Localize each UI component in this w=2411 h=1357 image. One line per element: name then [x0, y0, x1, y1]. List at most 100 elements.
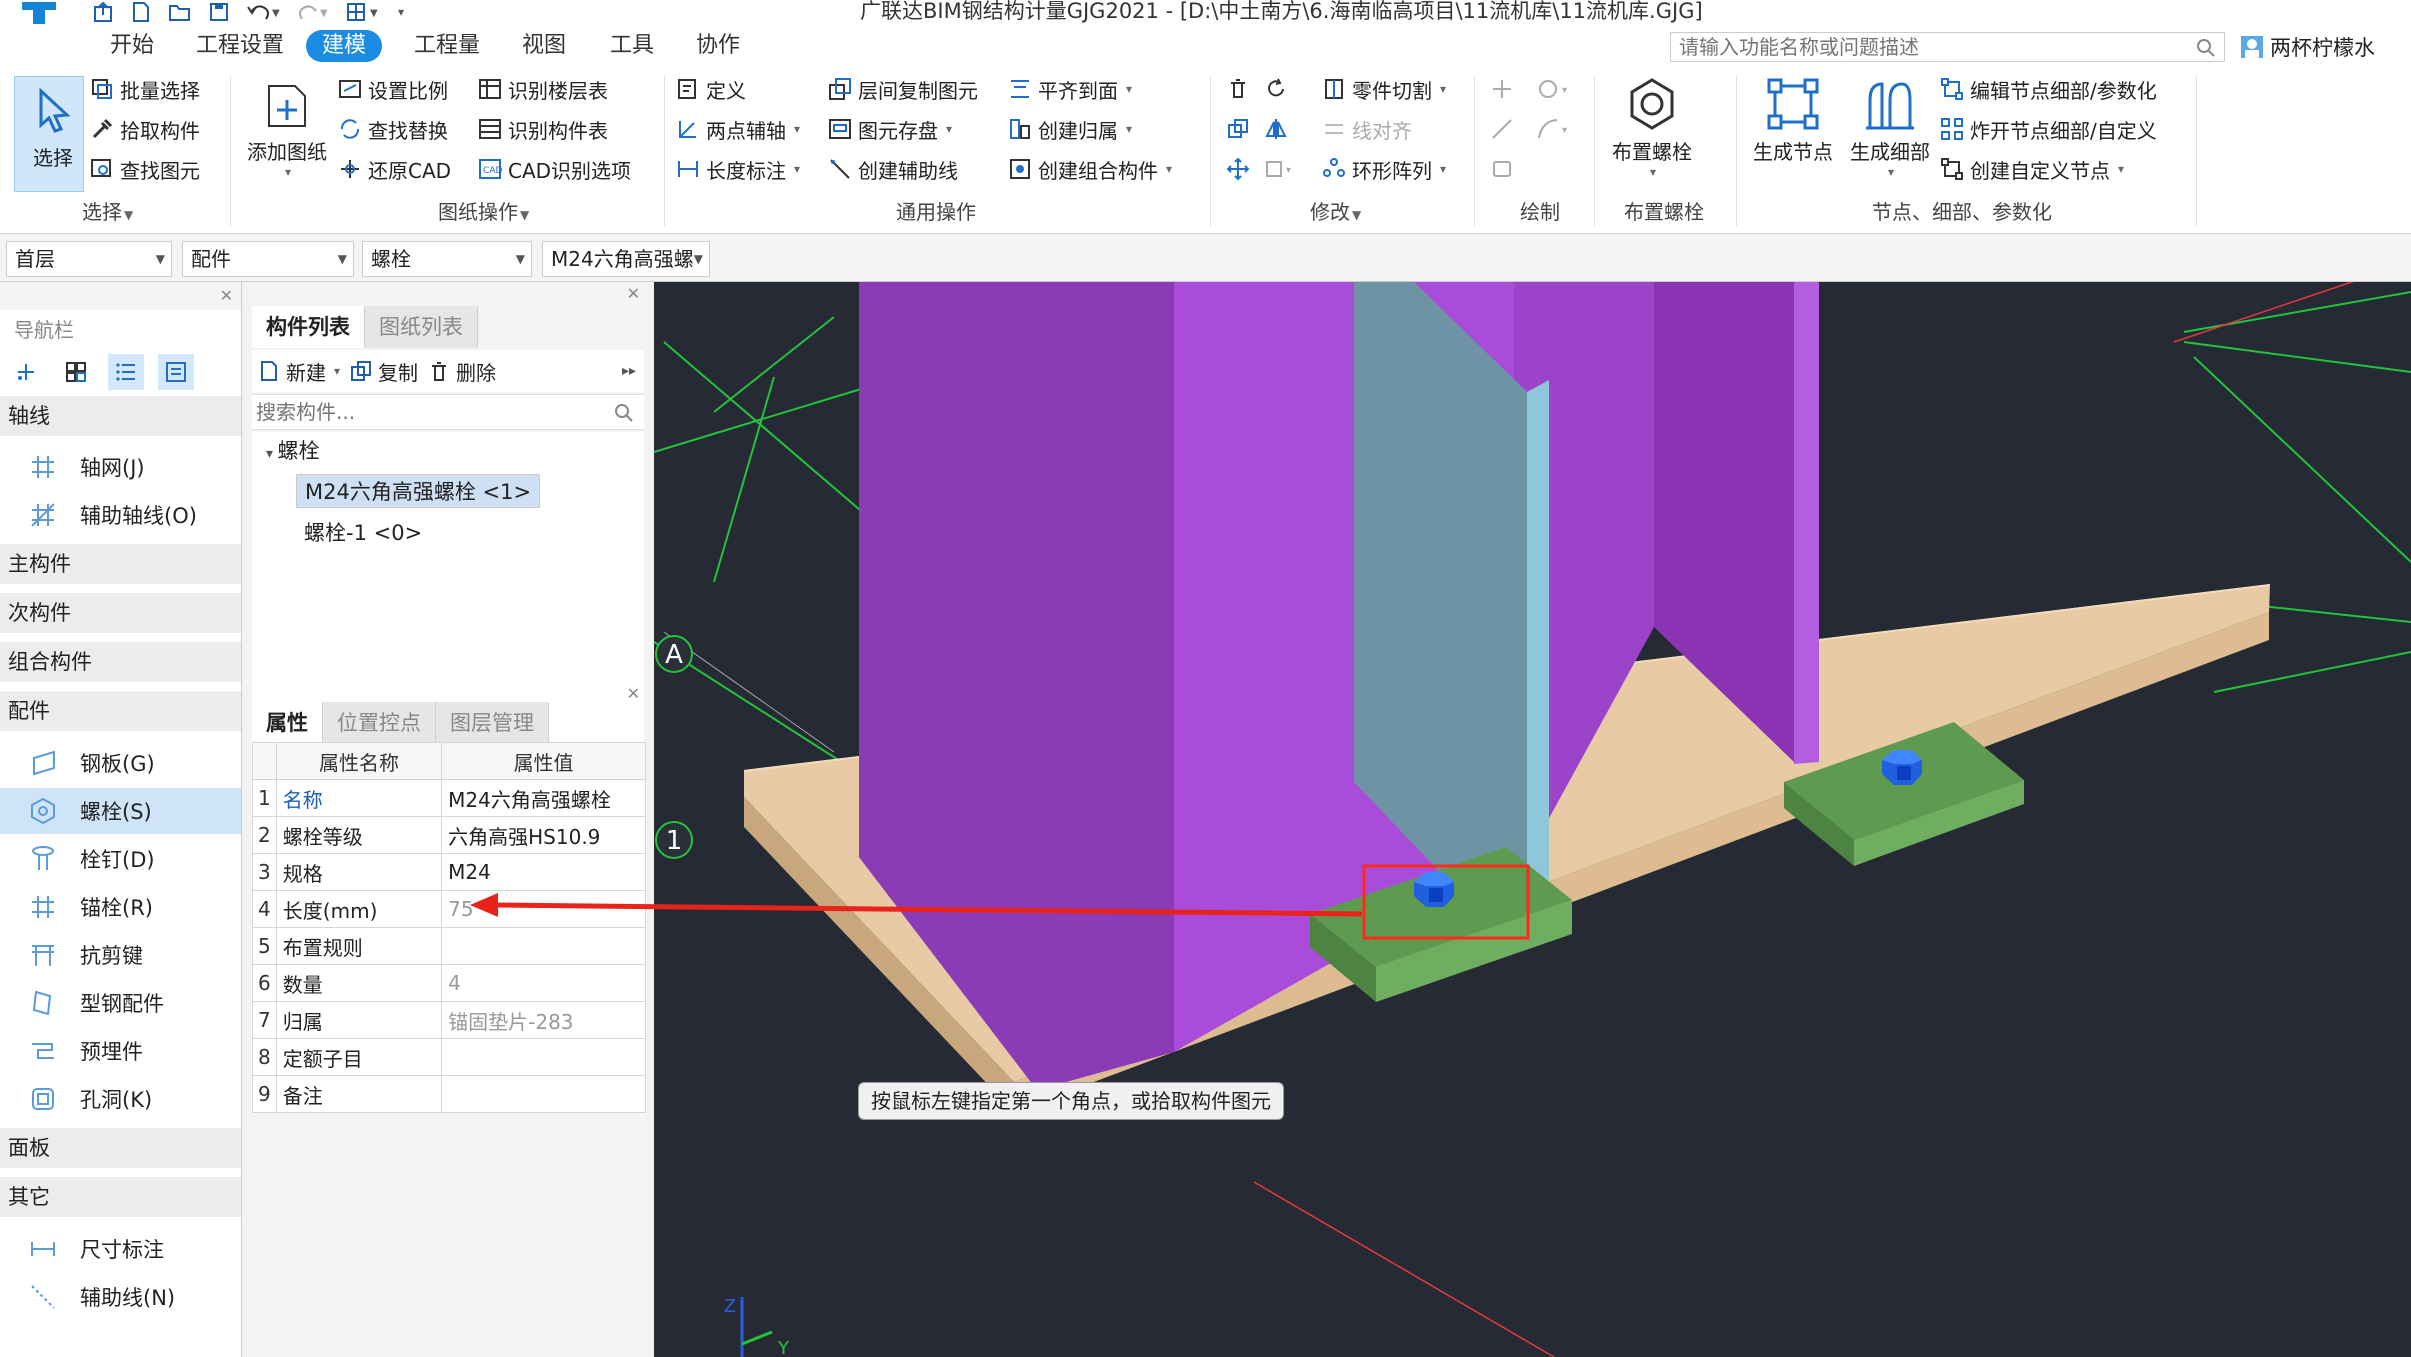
property-value-quota[interactable] [441, 1038, 646, 1076]
delete-component-button[interactable]: 删除 [428, 357, 496, 386]
tab-drawing-list[interactable]: 图纸列表 [365, 306, 478, 348]
search-icon[interactable] [614, 403, 634, 423]
new-component-button[interactable]: 新建 ▾ [258, 357, 340, 386]
upload-icon[interactable] [92, 1, 114, 23]
tab-project-settings[interactable]: 工程设置 [180, 30, 300, 62]
find-element-button[interactable]: 查找图元 [90, 152, 200, 186]
user-account[interactable]: 两杯柠檬水 [2240, 32, 2375, 62]
add-drawing-button[interactable]: 添加图纸 ▾ [244, 76, 330, 192]
nav-item-anchor-bolt[interactable]: 锚栓(R) [0, 884, 241, 930]
nav-category-axis[interactable]: 轴线 [0, 396, 241, 436]
function-search-input[interactable] [1671, 33, 2171, 61]
type-selector[interactable]: 螺栓 ▼ [362, 241, 532, 277]
tab-properties[interactable]: 属性 [252, 702, 323, 744]
nav-item-aux-axis[interactable]: 辅助轴线(O) [0, 492, 241, 538]
property-value-name[interactable]: M24六角高强螺栓 [441, 779, 646, 817]
cad-recognition-options-button[interactable]: CAD CAD识别选项 [478, 152, 631, 186]
tab-layer-management[interactable]: 图层管理 [436, 702, 549, 744]
tab-start[interactable]: 开始 [94, 30, 170, 62]
property-value-count[interactable]: 4 [441, 964, 646, 1002]
detail-view-icon[interactable] [158, 354, 194, 390]
generate-detail-button[interactable]: 生成细部 ▾ [1842, 76, 1938, 192]
find-replace-button[interactable]: 查找替换 [338, 112, 448, 146]
move-icon[interactable] [1226, 152, 1250, 186]
search-icon[interactable] [2196, 38, 2216, 58]
save-icon[interactable] [208, 1, 230, 23]
group-label-drawing[interactable]: 图纸操作 ▼ [438, 196, 529, 225]
create-ownership-button[interactable]: 创建归属 ▾ [1008, 112, 1132, 146]
nav-item-axis-grid[interactable]: 轴网(J) [0, 444, 241, 490]
modify-delete-icon[interactable] [1226, 72, 1250, 106]
define-button[interactable]: 定义 [676, 72, 746, 106]
mirror-icon[interactable] [1264, 112, 1288, 146]
nav-category-fitting[interactable]: 配件 [0, 691, 241, 731]
draw-arc-icon[interactable]: ▾ [1536, 112, 1576, 146]
flush-to-face-button[interactable]: 平齐到面 ▾ [1008, 72, 1132, 106]
copy-between-floors-button[interactable]: 层间复制图元 [828, 72, 978, 106]
list-view-icon[interactable] [108, 354, 144, 390]
draw-point-icon[interactable] [1490, 72, 1524, 106]
line-align-button[interactable]: 线对齐 [1322, 112, 1412, 146]
new-file-icon[interactable] [130, 1, 152, 23]
draw-rect-icon[interactable] [1490, 152, 1524, 186]
property-value-note[interactable] [441, 1075, 646, 1113]
explode-node-detail-button[interactable]: 炸开节点细部/自定义 [1940, 112, 2157, 146]
redo-icon[interactable]: ▼ [296, 1, 330, 23]
undo-icon[interactable]: ▼ [246, 1, 280, 23]
tree-item-bolt-1[interactable]: 螺栓-1 <0> [304, 516, 422, 550]
tab-position-points[interactable]: 位置控点 [323, 702, 436, 744]
copy-element-icon[interactable] [1226, 112, 1250, 146]
grid-view-icon[interactable]: ▼ [346, 1, 380, 23]
nav-item-section-fitting[interactable]: 型钢配件 [0, 980, 241, 1026]
property-value-spec[interactable]: M24 [441, 853, 646, 891]
rotate-icon[interactable] [1264, 72, 1288, 106]
create-combo-component-button[interactable]: 创建组合构件 ▾ [1008, 152, 1172, 186]
draw-circle-icon[interactable]: ▾ [1536, 72, 1576, 106]
category-selector[interactable]: 配件 ▼ [182, 241, 354, 277]
nav-category-other[interactable]: 其它 [0, 1177, 241, 1217]
nav-item-embedded-part[interactable]: 预埋件 [0, 1028, 241, 1074]
more-icon[interactable]: ▸▸ [622, 363, 636, 379]
pin-icon[interactable] [8, 354, 44, 390]
set-scale-button[interactable]: 设置比例 [338, 72, 448, 106]
tab-quantities[interactable]: 工程量 [398, 30, 496, 62]
nav-category-combo[interactable]: 组合构件 [0, 642, 241, 682]
generate-node-button[interactable]: 生成节点 [1748, 76, 1838, 192]
close-icon[interactable]: ✕ [627, 284, 640, 303]
create-aux-line-button[interactable]: 创建辅助线 [828, 152, 958, 186]
part-cut-button[interactable]: 零件切割 ▾ [1322, 72, 1446, 106]
nav-category-secondary[interactable]: 次构件 [0, 593, 241, 633]
tab-tools[interactable]: 工具 [594, 30, 670, 62]
3d-viewport[interactable]: A 1 Z Y [654, 282, 2411, 1357]
close-icon[interactable]: ✕ [627, 684, 640, 703]
recognize-component-table-button[interactable]: 识别构件表 [478, 112, 608, 146]
batch-select-button[interactable]: 批量选择 [90, 72, 200, 106]
property-value-length[interactable]: 75 [441, 890, 646, 928]
tile-view-icon[interactable] [58, 354, 94, 390]
create-custom-node-button[interactable]: 创建自定义节点 ▾ [1940, 152, 2124, 186]
property-value-grade[interactable]: 六角高强HS10.9 [441, 816, 646, 854]
tree-item-m24-bolt[interactable]: M24六角高强螺栓 <1> [296, 474, 541, 508]
restore-cad-button[interactable]: 还原CAD [338, 152, 451, 186]
pick-component-button[interactable]: 拾取构件 [90, 112, 200, 146]
copy-component-button[interactable]: 复制 [350, 357, 418, 386]
close-icon[interactable]: ✕ [220, 286, 233, 305]
nav-item-stud[interactable]: 栓钉(D) [0, 836, 241, 882]
property-value-owner[interactable]: 锚固垫片-283 [441, 1001, 646, 1039]
length-dimension-button[interactable]: 长度标注 ▾ [676, 152, 800, 186]
component-selector[interactable]: M24六角高强螺 ▼ [542, 241, 710, 277]
save-elements-button[interactable]: 图元存盘 ▾ [828, 112, 952, 146]
tab-modeling[interactable]: 建模 [306, 30, 383, 62]
ring-array-button[interactable]: 环形阵列 ▾ [1322, 152, 1446, 186]
draw-line-icon[interactable] [1490, 112, 1524, 146]
property-value-rule[interactable] [441, 927, 646, 965]
nav-category-panel[interactable]: 面板 [0, 1128, 241, 1168]
two-point-aux-axis-button[interactable]: 两点辅轴 ▾ [676, 112, 800, 146]
recognize-floor-table-button[interactable]: 识别楼层表 [478, 72, 608, 106]
open-folder-icon[interactable] [168, 1, 192, 23]
place-bolt-button[interactable]: 布置螺栓 ▾ [1604, 76, 1700, 192]
nav-item-bolt[interactable]: 螺栓(S) [0, 788, 241, 834]
group-label-select[interactable]: 选择 ▼ [82, 196, 133, 225]
tab-component-list[interactable]: 构件列表 [252, 306, 365, 348]
group-label-modify[interactable]: 修改 ▼ [1310, 196, 1361, 225]
